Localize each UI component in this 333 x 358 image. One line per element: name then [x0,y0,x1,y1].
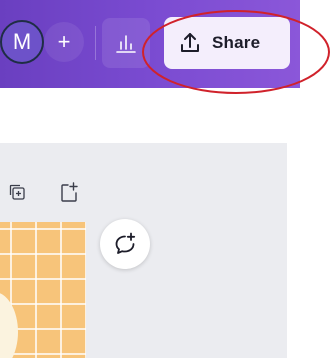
plus-icon: + [57,29,71,54]
top-toolbar: M + Share [0,0,300,88]
upload-icon [181,33,199,52]
avatar-initial: M [12,29,32,54]
add-comment-icon [115,232,136,254]
duplicate-page-icon[interactable] [8,183,26,201]
canvas-shape [0,292,18,358]
bar-chart-icon [116,35,136,53]
share-button[interactable]: Share [164,17,290,69]
toolbar-divider [95,26,96,60]
user-avatar[interactable]: M [0,20,44,64]
add-comment-button[interactable] [100,219,150,269]
insights-button[interactable] [102,18,150,68]
editor-right-panel [287,143,333,358]
design-canvas-page[interactable] [0,222,86,358]
add-page-icon[interactable] [58,181,80,203]
screenshot-root: M + Share [0,0,333,358]
add-collaborator-button[interactable]: + [44,22,84,62]
share-label: Share [212,33,261,52]
